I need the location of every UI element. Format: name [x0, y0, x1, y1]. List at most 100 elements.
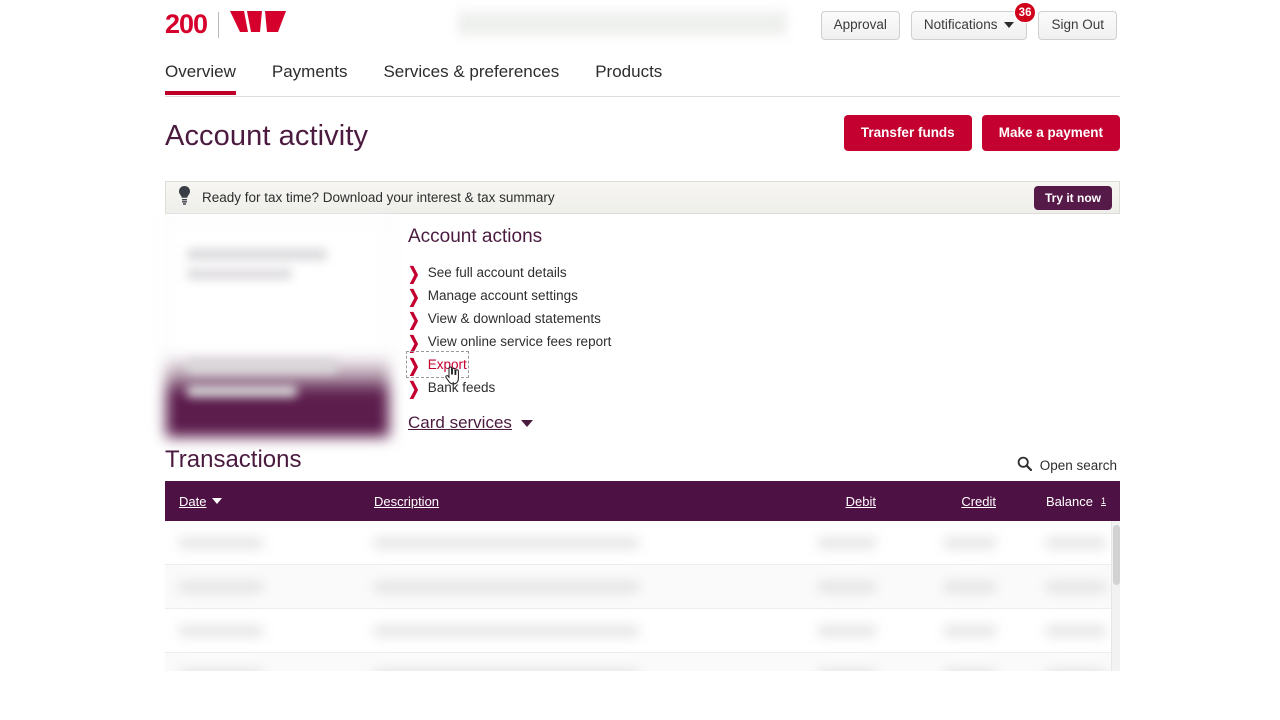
try-it-now-label: Try it now — [1044, 191, 1101, 205]
action-label: Bank feeds — [427, 380, 496, 395]
action-label: View online service fees report — [427, 334, 612, 349]
redacted-value — [179, 669, 263, 671]
table-row[interactable] — [165, 565, 1120, 609]
chevron-down-icon — [1004, 21, 1015, 28]
notifications-button[interactable]: Notifications — [910, 11, 1028, 40]
account-card-redacted[interactable] — [165, 219, 390, 438]
redacted-customer-name — [457, 7, 787, 37]
transfer-funds-label: Transfer funds — [860, 125, 955, 140]
open-search-label: Open search — [1039, 457, 1117, 473]
action-see-full-account-details[interactable]: ❯ See full account details — [408, 261, 567, 284]
action-label: Export — [427, 357, 467, 372]
redacted-value — [818, 581, 876, 592]
balance-footnote-marker[interactable]: 1 — [1101, 496, 1106, 506]
make-a-payment-label: Make a payment — [998, 125, 1103, 140]
column-header-balance-label: Balance — [1046, 493, 1093, 509]
open-search-button[interactable]: Open search — [1017, 456, 1117, 474]
tab-services-preferences-label: Services & preferences — [383, 62, 560, 81]
page-title-row: Account activity Transfer funds Make a p… — [165, 97, 1120, 175]
tab-overview[interactable]: Overview — [165, 62, 256, 95]
cell-debit — [756, 581, 876, 592]
scrollbar-thumb[interactable] — [1113, 525, 1120, 585]
cell-description — [374, 581, 756, 592]
approval-button[interactable]: Approval — [820, 11, 900, 40]
lightbulb-icon — [178, 185, 191, 210]
redacted-value — [179, 625, 263, 636]
tab-products-label: Products — [595, 62, 663, 81]
redacted-value — [1046, 581, 1106, 592]
cell-credit — [876, 669, 996, 671]
cell-description — [374, 537, 756, 548]
cell-date — [179, 537, 374, 548]
account-card-ghost-line — [187, 385, 297, 397]
redacted-value — [944, 581, 996, 592]
cell-balance — [996, 537, 1106, 548]
redacted-value — [179, 581, 263, 592]
redacted-value — [1046, 537, 1106, 548]
redacted-value — [944, 669, 996, 671]
account-summary-section: Account actions ❯ See full account detai… — [165, 214, 1120, 439]
tax-banner-text: Ready for tax time? Download your intere… — [202, 190, 555, 205]
page-actions: Transfer funds Make a payment — [843, 115, 1120, 151]
action-view-online-service-fees-report[interactable]: ❯ View online service fees report — [408, 330, 611, 353]
cell-balance — [996, 625, 1106, 636]
logo-divider — [218, 11, 220, 38]
try-it-now-button[interactable]: Try it now — [1033, 186, 1112, 210]
transactions-scrollbar[interactable] — [1111, 521, 1120, 671]
tab-payments[interactable]: Payments — [272, 62, 368, 94]
redacted-value — [944, 625, 996, 636]
cell-description — [374, 625, 756, 636]
primary-navigation: Overview Payments Services & preferences… — [165, 52, 1120, 97]
table-row[interactable] — [165, 521, 1120, 565]
redacted-value — [1046, 625, 1106, 636]
table-row[interactable] — [165, 653, 1120, 671]
brand-logo[interactable]: 200 — [165, 9, 287, 40]
transfer-funds-button[interactable]: Transfer funds — [843, 115, 972, 151]
sign-out-button-label: Sign Out — [1051, 17, 1104, 32]
tab-services-preferences[interactable]: Services & preferences — [383, 62, 579, 94]
column-header-description[interactable]: Description — [374, 494, 756, 509]
cell-credit — [876, 581, 996, 592]
account-card-ghost-line — [187, 359, 337, 373]
card-services-label: Card services — [408, 413, 512, 432]
top-bar: 200 Approval Notifications 36 Sign Out — [165, 0, 1120, 52]
chevron-right-icon: ❯ — [408, 331, 420, 352]
account-actions-panel: Account actions ❯ See full account detai… — [406, 226, 838, 433]
column-header-date-label: Date — [179, 493, 207, 509]
account-card-ghost-line — [187, 249, 327, 260]
action-bank-feeds[interactable]: ❯ Bank feeds — [408, 376, 495, 399]
tab-overview-label: Overview — [165, 62, 236, 81]
column-header-debit[interactable]: Debit — [756, 494, 876, 509]
card-services-toggle[interactable]: Card services — [408, 413, 533, 433]
page-content: 200 Approval Notifications 36 Sign Out O… — [165, 0, 1120, 720]
cell-credit — [876, 537, 996, 548]
account-card-ghost-line — [187, 269, 292, 279]
tax-summary-banner: Ready for tax time? Download your intere… — [165, 181, 1120, 214]
chevron-right-icon: ❯ — [408, 285, 420, 306]
sign-out-button[interactable]: Sign Out — [1038, 11, 1117, 40]
action-label: View & download statements — [427, 311, 601, 326]
action-view-download-statements[interactable]: ❯ View & download statements — [408, 307, 601, 330]
transactions-table-header: Date Description Debit Credit Balance 1 — [165, 481, 1120, 521]
chevron-right-icon: ❯ — [408, 308, 420, 329]
chevron-right-icon: ❯ — [408, 377, 420, 398]
account-actions-title: Account actions — [408, 226, 543, 247]
cell-date — [179, 581, 374, 592]
table-row[interactable] — [165, 609, 1120, 653]
westpac-w-logo — [230, 9, 287, 40]
chevron-down-icon — [520, 419, 533, 427]
tab-products[interactable]: Products — [595, 62, 682, 94]
action-label: Manage account settings — [427, 288, 578, 303]
browser-page: 200 Approval Notifications 36 Sign Out O… — [0, 0, 1280, 720]
make-a-payment-button[interactable]: Make a payment — [981, 115, 1120, 151]
column-header-date[interactable]: Date — [179, 494, 374, 509]
redacted-value — [944, 537, 996, 548]
action-label: See full account details — [427, 265, 567, 280]
column-header-credit-label: Credit — [961, 493, 996, 509]
action-export[interactable]: ❯ Export — [406, 351, 469, 385]
action-manage-account-settings[interactable]: ❯ Manage account settings — [408, 284, 578, 307]
cell-description — [374, 669, 756, 671]
cell-debit — [756, 625, 876, 636]
column-header-credit[interactable]: Credit — [876, 494, 996, 509]
account-actions-list: ❯ See full account details ❯ Manage acco… — [406, 261, 838, 399]
